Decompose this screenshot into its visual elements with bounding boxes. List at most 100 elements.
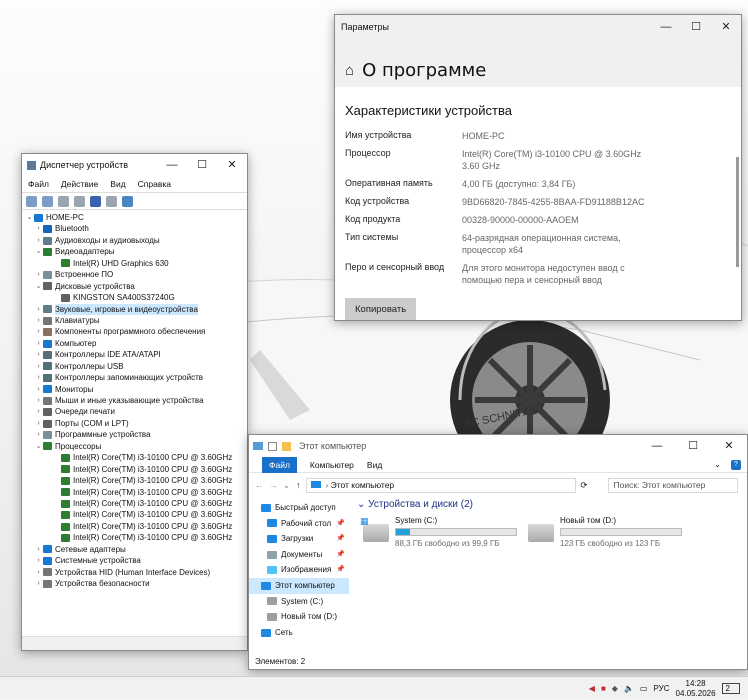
menu-item[interactable]: Файл	[28, 179, 49, 189]
help-icon[interactable]: ?	[731, 459, 741, 470]
menu-item[interactable]: Вид	[110, 179, 125, 189]
clock[interactable]: 14:28 04.05.2026	[676, 679, 716, 699]
home-icon[interactable]: ⌂	[345, 62, 354, 79]
collapse-arrow-icon[interactable]: ⌄	[25, 212, 34, 223]
expand-arrow-icon[interactable]: ›	[34, 235, 43, 246]
tree-node[interactable]: KINGSTON SA400S37240G	[25, 292, 247, 303]
tree-node[interactable]: › Звуковые, игровые и видеоустройства	[25, 303, 247, 315]
pin-icon[interactable]: 📌	[336, 516, 345, 532]
collapse-arrow-icon[interactable]: ⌄	[34, 246, 43, 257]
tree-node[interactable]: ⌄ Процессоры	[25, 441, 247, 452]
view-icon[interactable]	[106, 195, 117, 207]
network-icon[interactable]: ▭	[640, 684, 648, 693]
expand-arrow-icon[interactable]: ›	[34, 406, 43, 417]
expand-arrow-icon[interactable]: ›	[34, 349, 43, 360]
properties-icon[interactable]	[58, 195, 69, 207]
tree-node[interactable]: › Клавиатуры	[25, 315, 247, 326]
menu-item[interactable]: Действие	[61, 179, 98, 189]
tree-root[interactable]: ⌄ HOME-PC	[25, 212, 247, 223]
forward-arrow-icon[interactable]: →	[270, 480, 279, 490]
tree-node[interactable]: › Компоненты программного обеспечения	[25, 326, 247, 337]
collapse-arrow-icon[interactable]: ⌄	[34, 441, 43, 452]
tree-node[interactable]: › Очереди печати	[25, 406, 247, 417]
tree-node[interactable]: › Устройства безопасности	[25, 578, 247, 589]
expand-ribbon-icon[interactable]: ⌄	[714, 459, 721, 470]
nav-item[interactable]: Новый том (D:)	[249, 609, 349, 625]
tree-node[interactable]: Intel(R) Core(TM) i3-10100 CPU @ 3.60GHz	[25, 475, 247, 486]
close-button[interactable]: ✕	[217, 154, 247, 176]
expand-arrow-icon[interactable]: ›	[34, 429, 43, 440]
tree-node[interactable]: › Bluetooth	[25, 223, 247, 234]
tree-node[interactable]: Intel(R) Core(TM) i3-10100 CPU @ 3.60GHz	[25, 487, 247, 498]
tree-node[interactable]: › Компьютер	[25, 338, 247, 349]
tree-node[interactable]: › Контроллеры запоминающих устройств	[25, 372, 247, 383]
nav-item[interactable]: System (C:)	[249, 594, 349, 610]
drive-item[interactable]: ▦ System (C:) 88,3 ГБ свободно из 99,9 Г…	[357, 516, 522, 548]
scrollbar[interactable]	[736, 157, 739, 267]
tree-node[interactable]: › Сетевые адаптеры	[25, 544, 247, 555]
expand-arrow-icon[interactable]: ›	[34, 555, 43, 566]
expand-arrow-icon[interactable]: ›	[34, 304, 43, 315]
expand-arrow-icon[interactable]: ›	[34, 269, 43, 280]
expand-arrow-icon[interactable]: ›	[34, 384, 43, 395]
maximize-button[interactable]: ☐	[187, 154, 217, 176]
language-indicator[interactable]: РУС	[653, 684, 669, 693]
copy-button[interactable]: Копировать	[345, 298, 417, 320]
refresh-icon[interactable]: ⟳	[580, 480, 587, 491]
tree-node[interactable]: › Контроллеры IDE ATA/ATAPI	[25, 349, 247, 360]
tree-node[interactable]: › Порты (COM и LPT)	[25, 418, 247, 429]
properties-quick-icon[interactable]	[268, 441, 277, 451]
expand-arrow-icon[interactable]: ›	[34, 372, 43, 383]
expand-arrow-icon[interactable]: ›	[34, 418, 43, 429]
tree-node[interactable]: › Встроенное ПО	[25, 269, 247, 280]
expand-arrow-icon[interactable]: ›	[34, 578, 43, 589]
up-arrow-icon[interactable]: ↑	[296, 480, 300, 490]
expand-arrow-icon[interactable]: ›	[34, 315, 43, 326]
expand-arrow-icon[interactable]: ›	[34, 223, 43, 234]
nav-item[interactable]: Документы 📌	[249, 547, 349, 563]
device-manager-titlebar[interactable]: Диспетчер устройств — ☐ ✕	[22, 154, 247, 176]
volume-icon[interactable]: 🔈	[624, 684, 634, 693]
tree-node[interactable]: Intel(R) Core(TM) i3-10100 CPU @ 3.60GHz	[25, 452, 247, 463]
expand-arrow-icon[interactable]: ›	[34, 395, 43, 406]
tree-node[interactable]: Intel(R) Core(TM) i3-10100 CPU @ 3.60GHz	[25, 498, 247, 509]
tree-node[interactable]: › Устройства HID (Human Interface Devices…	[25, 567, 247, 578]
tree-node[interactable]: ⌄ Видеоадаптеры	[25, 246, 247, 257]
minimize-button[interactable]: —	[157, 154, 187, 176]
expand-arrow-icon[interactable]: ›	[34, 361, 43, 372]
pin-icon[interactable]: 📌	[336, 562, 345, 578]
help-icon[interactable]	[90, 195, 101, 207]
pin-icon[interactable]: 📌	[336, 547, 345, 563]
close-button[interactable]: ✕	[711, 435, 747, 459]
menu-item[interactable]: Справка	[138, 179, 171, 189]
explorer-titlebar[interactable]: Этот компьютер — ☐ ✕	[249, 435, 747, 457]
expand-arrow-icon[interactable]: ›	[34, 544, 43, 555]
tree-node[interactable]: Intel(R) Core(TM) i3-10100 CPU @ 3.60GHz	[25, 532, 247, 543]
ribbon-tab[interactable]: Вид	[367, 460, 382, 470]
ribbon-tab[interactable]: Компьютер	[310, 460, 354, 470]
address-bar[interactable]: › Этот компьютер	[306, 477, 577, 493]
group-title[interactable]: ⌄ Устройства и диски (2)	[357, 499, 742, 510]
minimize-button[interactable]: —	[639, 435, 675, 459]
expand-arrow-icon[interactable]: ›	[34, 338, 43, 349]
recent-chevron-icon[interactable]: ⌄	[283, 480, 290, 491]
minimize-button[interactable]: —	[651, 15, 681, 39]
nav-item[interactable]: Рабочий стол 📌	[249, 516, 349, 532]
tree-node[interactable]: ⌄ Дисковые устройства	[25, 281, 247, 292]
close-button[interactable]: ✕	[711, 15, 741, 39]
nav-item[interactable]: Быстрый доступ	[249, 500, 349, 516]
new-folder-quick-icon[interactable]	[282, 441, 291, 451]
arrow-icon[interactable]: ◀	[589, 684, 595, 693]
tree-node[interactable]: › Контроллеры USB	[25, 361, 247, 372]
forward-icon[interactable]	[42, 195, 53, 207]
tree-node[interactable]: › Аудиовходы и аудиовыходы	[25, 235, 247, 246]
monitor-scan-icon[interactable]	[122, 195, 133, 207]
back-icon[interactable]	[26, 195, 37, 207]
shield-icon[interactable]: ◆	[612, 684, 618, 693]
nav-item[interactable]: Сеть	[249, 625, 349, 641]
maximize-button[interactable]: ☐	[681, 15, 711, 39]
tree-node[interactable]: Intel(R) Core(TM) i3-10100 CPU @ 3.60GHz	[25, 464, 247, 475]
tree-node[interactable]: Intel(R) Core(TM) i3-10100 CPU @ 3.60GHz	[25, 509, 247, 520]
search-input[interactable]: Поиск: Этот компьютер	[607, 477, 738, 493]
tree-node[interactable]: Intel(R) UHD Graphics 630	[25, 258, 247, 269]
